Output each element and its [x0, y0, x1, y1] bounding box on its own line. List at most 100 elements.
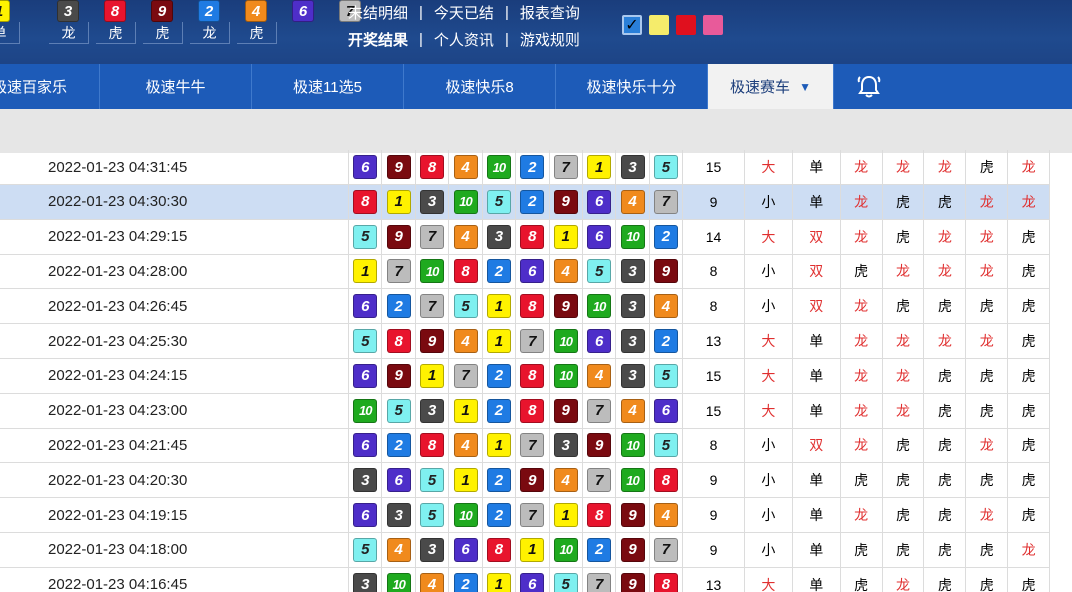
ball-cell: 8	[483, 532, 517, 567]
draw-time: 2022-01-23 04:20:30	[0, 463, 350, 498]
tab-kl8[interactable]: 极速快乐8	[404, 64, 556, 109]
ball-cell: 4	[616, 184, 650, 219]
tab-11x5[interactable]: 极速11选5	[252, 64, 404, 109]
ball-cell: 5	[650, 358, 684, 393]
ball-cell: 9	[516, 463, 550, 498]
ball-cell: 5	[349, 324, 383, 358]
table-row[interactable]: 2022-01-23 04:24:15 6 9 1 7 2 8 10 4 3 5 15 大单龙龙虎虎虎	[0, 358, 1051, 394]
latest-ball: 8	[104, 0, 126, 22]
dragon-tiger-value: 虎	[966, 532, 1009, 567]
table-row[interactable]: 2022-01-23 04:16:45 3 10 4 2 1 6 5 7 9 8 13 大单虎龙虎虎虎	[0, 567, 1051, 592]
ball-cell: 3	[616, 289, 650, 324]
ball: 6	[520, 259, 545, 284]
ball-cell: 6	[449, 532, 483, 567]
ball: 7	[520, 433, 545, 458]
ball: 6	[353, 503, 378, 527]
ball-cell: 10	[349, 393, 383, 428]
tab-kl10[interactable]: 极速快乐十分	[556, 64, 708, 109]
dragon-tiger-value: 虎	[883, 532, 925, 567]
tab-niuniu[interactable]: 极速牛牛	[100, 64, 252, 109]
table-row[interactable]: 2022-01-23 04:20:30 3 6 5 1 2 9 4 7 10 8 9 小单虎虎虎虎虎	[0, 463, 1051, 499]
ball-cell: 1	[449, 393, 483, 428]
ball: 7	[653, 189, 678, 214]
ball-cell: 10	[550, 358, 583, 393]
dragon-tiger-value: 龙	[841, 358, 883, 393]
ball: 2	[453, 572, 478, 592]
ball-cell: 8	[516, 358, 550, 393]
ball: 10	[620, 433, 645, 458]
draw-time: 2022-01-23 04:30:30	[0, 184, 350, 219]
table-row[interactable]: 2022-01-23 04:29:15 5 9 7 4 3 8 1 6 10 2 14 大双龙虎龙龙虎	[0, 219, 1051, 255]
ball: 4	[653, 503, 678, 527]
dragon-tiger-value: 虎	[1008, 254, 1051, 289]
ball: 4	[453, 155, 478, 179]
ball: 6	[353, 433, 378, 458]
ball-cell: 6	[349, 289, 383, 324]
latest-ball-col: 3龙	[47, 0, 94, 44]
tab-baccarat[interactable]: 极速百家乐	[0, 64, 100, 109]
theme-blue-swatch[interactable]: ✓	[622, 15, 642, 35]
link-profile[interactable]: 个人资讯	[434, 29, 494, 50]
table-row[interactable]: 2022-01-23 04:28:00 1 7 10 8 2 6 4 5 3 9 8 小双虎龙龙龙虎	[0, 254, 1051, 290]
tab-racing[interactable]: 极速赛车 ▼	[708, 64, 834, 109]
ball-cell: 2	[516, 150, 550, 184]
ball: 6	[520, 572, 545, 592]
link-today-settled[interactable]: 今天已结	[434, 2, 494, 23]
ball-cell: 10	[616, 428, 650, 463]
dragon-tiger-value: 虎	[883, 463, 925, 498]
ball-cell: 7	[583, 393, 617, 428]
sum-value: 8	[683, 254, 745, 289]
table-row[interactable]: 2022-01-23 04:26:45 6 2 7 5 1 8 9 10 3 4 8 小双龙虎虎虎虎	[0, 289, 1051, 325]
ball-cell: 8	[583, 498, 617, 532]
table-row[interactable]: 2022-01-23 04:18:00 5 4 3 6 8 1 10 2 9 7 9 小单虎虎虎虎龙	[0, 532, 1051, 568]
ball: 5	[653, 363, 678, 388]
ball-cell: 1	[483, 289, 517, 324]
toolbar-strip	[0, 109, 1072, 153]
ball-cell: 6	[349, 358, 383, 393]
ball-cell: 2	[483, 254, 517, 289]
table-row[interactable]: 2022-01-23 04:21:45 6 2 8 4 1 7 3 9 10 5 8 小双龙虎虎龙虎	[0, 428, 1051, 464]
link-unsettled[interactable]: 未结明细	[348, 2, 408, 23]
ball: 4	[553, 259, 578, 284]
table-row[interactable]: 2022-01-23 04:23:00 10 5 3 1 2 8 9 7 4 6 15 大单龙龙虎虎虎	[0, 393, 1051, 429]
table-row[interactable]: 2022-01-23 04:19:15 6 3 5 10 2 7 1 8 9 4 9 小单龙虎虎龙虎	[0, 498, 1051, 533]
link-game-rules[interactable]: 游戏规则	[520, 29, 580, 50]
link-draw-results[interactable]: 开奖结果	[348, 29, 408, 50]
dragon-tiger-value: 龙	[924, 324, 967, 358]
ball: 1	[553, 224, 578, 249]
ball-cell: 9	[550, 393, 583, 428]
ball: 6	[353, 363, 378, 388]
ball-cell: 3	[616, 324, 650, 358]
theme-pink-swatch[interactable]	[703, 15, 723, 35]
ball: 10	[486, 155, 511, 179]
draw-time: 2022-01-23 04:29:15	[0, 219, 350, 254]
ball: 6	[587, 329, 612, 353]
theme-yellow-swatch[interactable]	[649, 15, 669, 35]
ball-cell: 7	[583, 567, 617, 592]
dragon-tiger-value: 龙	[841, 150, 883, 184]
ball-cell: 10	[416, 254, 450, 289]
latest-label: 虎	[237, 22, 277, 44]
tab-label: 极速赛车	[730, 79, 791, 96]
ball: 10	[587, 294, 612, 319]
ball-cell: 5	[550, 567, 583, 592]
draw-time: 2022-01-23 04:18:00	[0, 532, 350, 567]
latest-label: 龙	[190, 22, 230, 44]
link-reports[interactable]: 报表查询	[520, 2, 580, 23]
bell-icon[interactable]	[834, 64, 904, 109]
sum-value: 9	[683, 532, 745, 567]
ball: 7	[520, 329, 545, 353]
table-row[interactable]: 2022-01-23 04:30:30 8 1 3 10 5 2 9 6 4 7 9 小单龙虎虎龙龙	[0, 184, 1051, 220]
ball: 10	[553, 537, 578, 562]
theme-red-swatch[interactable]	[676, 15, 696, 35]
ball: 9	[553, 294, 578, 319]
table-row[interactable]: 2022-01-23 04:31:45 6 9 8 4 10 2 7 1 3 5 15 大单龙龙龙虎龙	[0, 150, 1051, 185]
parity-value: 单	[793, 532, 841, 567]
table-row[interactable]: 2022-01-23 04:25:30 5 8 9 4 1 7 10 6 3 2 13 大单龙龙龙龙虎	[0, 324, 1051, 359]
latest-ball-col: 4虎	[235, 0, 282, 44]
ball: 3	[553, 433, 578, 458]
ball: 8	[420, 433, 445, 458]
ball-cell: 9	[382, 219, 416, 254]
ball-cell: 8	[650, 463, 684, 498]
ball: 1	[486, 572, 511, 592]
